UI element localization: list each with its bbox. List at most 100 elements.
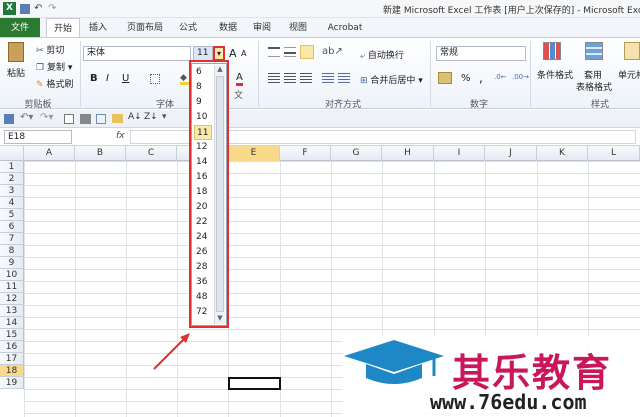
underline-button[interactable]: U xyxy=(122,73,129,84)
wrap-text-button[interactable]: ⤶ 自动换行 xyxy=(360,48,404,61)
fx-icon[interactable]: fx xyxy=(116,131,125,141)
column-header[interactable]: K xyxy=(537,146,588,161)
increase-decimal-icon[interactable]: .0← xyxy=(494,73,507,81)
tab-acrobat[interactable]: Acrobat xyxy=(320,18,370,38)
row-header[interactable]: 8 xyxy=(0,245,24,257)
increase-indent-icon[interactable] xyxy=(338,73,350,83)
borders-icon[interactable] xyxy=(150,74,160,84)
title-bar: X ↶ ↷ 新建 Microsoft Excel 工作表 [用户上次保存的] -… xyxy=(0,0,640,18)
row-header[interactable]: 14 xyxy=(0,317,24,329)
save-icon[interactable] xyxy=(4,114,14,124)
print-preview-icon[interactable] xyxy=(64,114,74,124)
font-size-dropdown-arrow[interactable]: ▾ xyxy=(213,46,225,61)
orientation-icon[interactable]: ab↗ xyxy=(322,46,343,57)
merge-icon: ⊞ xyxy=(360,76,368,86)
row-header[interactable]: 17 xyxy=(0,353,24,365)
save-icon[interactable] xyxy=(20,4,30,14)
undo-icon[interactable]: ↶▾ xyxy=(20,112,33,123)
open-folder-icon[interactable] xyxy=(112,114,123,123)
cut-button[interactable]: ✂ 剪切 xyxy=(36,43,64,56)
font-group-label: 字体 xyxy=(155,100,174,110)
bold-button[interactable]: B xyxy=(90,73,98,84)
tab-review[interactable]: 审阅 xyxy=(246,18,278,38)
column-header[interactable]: F xyxy=(280,146,331,161)
column-header[interactable]: E xyxy=(228,146,280,161)
copy-button[interactable]: ❐ 复制 ▾ xyxy=(36,60,72,73)
align-center-icon[interactable] xyxy=(284,73,296,83)
align-left-icon[interactable] xyxy=(268,73,280,83)
paste-button[interactable]: 粘贴 xyxy=(4,42,28,79)
row-header[interactable]: 19 xyxy=(0,377,24,389)
align-bottom-icon[interactable] xyxy=(300,45,314,59)
align-right-icon[interactable] xyxy=(300,73,312,83)
row-header[interactable]: 9 xyxy=(0,257,24,269)
column-header[interactable]: J xyxy=(485,146,537,161)
number-format-combo[interactable]: 常规 xyxy=(436,46,526,61)
customize-qat-icon[interactable]: ▾ xyxy=(162,112,167,122)
align-middle-icon[interactable] xyxy=(284,47,296,57)
tab-formulas[interactable]: 公式 xyxy=(172,18,204,38)
shrink-font-button[interactable]: A xyxy=(241,49,246,58)
merge-center-button[interactable]: ⊞ 合并后居中 ▾ xyxy=(360,73,423,86)
tab-insert[interactable]: 插入 xyxy=(82,18,114,38)
row-header[interactable]: 6 xyxy=(0,221,24,233)
tab-data[interactable]: 数据 xyxy=(212,18,244,38)
row-header[interactable]: 4 xyxy=(0,197,24,209)
grow-font-button[interactable]: A xyxy=(229,47,237,60)
row-header[interactable]: 5 xyxy=(0,209,24,221)
decrease-indent-icon[interactable] xyxy=(322,73,334,83)
tab-page-layout[interactable]: 页面布局 xyxy=(120,18,170,38)
table-format-icon[interactable] xyxy=(585,42,603,60)
decrease-decimal-icon[interactable]: .00→ xyxy=(512,73,529,81)
active-cell[interactable] xyxy=(228,377,281,390)
italic-button[interactable]: I xyxy=(106,73,109,84)
tab-file[interactable]: 文件 xyxy=(0,18,40,38)
conditional-format-icon[interactable] xyxy=(543,42,561,60)
graduation-cap-icon xyxy=(344,340,444,384)
column-header[interactable]: L xyxy=(588,146,640,161)
column-header[interactable]: G xyxy=(331,146,382,161)
print-icon[interactable] xyxy=(80,114,91,124)
row-header[interactable]: 10 xyxy=(0,269,24,281)
comma-button[interactable]: , xyxy=(479,71,483,85)
font-color-button[interactable]: A xyxy=(236,72,243,86)
row-header[interactable]: 2 xyxy=(0,173,24,185)
redo-icon[interactable]: ↷▾ xyxy=(40,112,53,123)
row-header[interactable]: 7 xyxy=(0,233,24,245)
row-header[interactable]: 11 xyxy=(0,281,24,293)
cell-styles-icon[interactable] xyxy=(624,42,640,60)
grid-line xyxy=(75,161,76,417)
column-header[interactable]: C xyxy=(126,146,177,161)
phonetic-button[interactable]: 文 xyxy=(234,88,243,101)
spelling-icon[interactable] xyxy=(96,114,106,124)
cell-styles-button[interactable]: 单元格 xyxy=(618,68,640,81)
excel-logo-icon: X xyxy=(3,2,16,15)
conditional-format-button[interactable]: 条件格式 xyxy=(537,68,573,81)
align-top-icon[interactable] xyxy=(268,47,280,57)
tab-view[interactable]: 视图 xyxy=(282,18,314,38)
column-header[interactable]: H xyxy=(382,146,434,161)
column-header[interactable]: A xyxy=(24,146,75,161)
row-header[interactable]: 1 xyxy=(0,161,24,173)
redo-icon[interactable]: ↷ xyxy=(48,3,56,14)
percent-button[interactable]: % xyxy=(461,73,471,84)
row-header[interactable]: 13 xyxy=(0,305,24,317)
column-header[interactable]: I xyxy=(434,146,485,161)
font-size-combo[interactable]: 11 xyxy=(193,46,213,61)
row-header[interactable]: 16 xyxy=(0,341,24,353)
row-header[interactable]: 18 xyxy=(0,365,24,377)
name-box[interactable]: E18 xyxy=(4,130,72,144)
sort-descending-icon[interactable]: Z↓ xyxy=(144,112,158,122)
format-painter-button[interactable]: ✎ 格式刷 xyxy=(36,77,73,90)
row-header[interactable]: 12 xyxy=(0,293,24,305)
table-format-button-line2[interactable]: 表格格式 xyxy=(576,80,612,93)
tab-home[interactable]: 开始 xyxy=(46,18,80,38)
row-header[interactable]: 3 xyxy=(0,185,24,197)
undo-icon[interactable]: ↶ xyxy=(34,3,42,14)
sort-ascending-icon[interactable]: A↓ xyxy=(128,112,142,122)
font-name-combo[interactable]: 宋体 xyxy=(83,46,191,61)
currency-icon[interactable] xyxy=(438,72,452,84)
row-header[interactable]: 15 xyxy=(0,329,24,341)
select-all-corner[interactable] xyxy=(0,146,24,161)
column-header[interactable]: B xyxy=(75,146,126,161)
